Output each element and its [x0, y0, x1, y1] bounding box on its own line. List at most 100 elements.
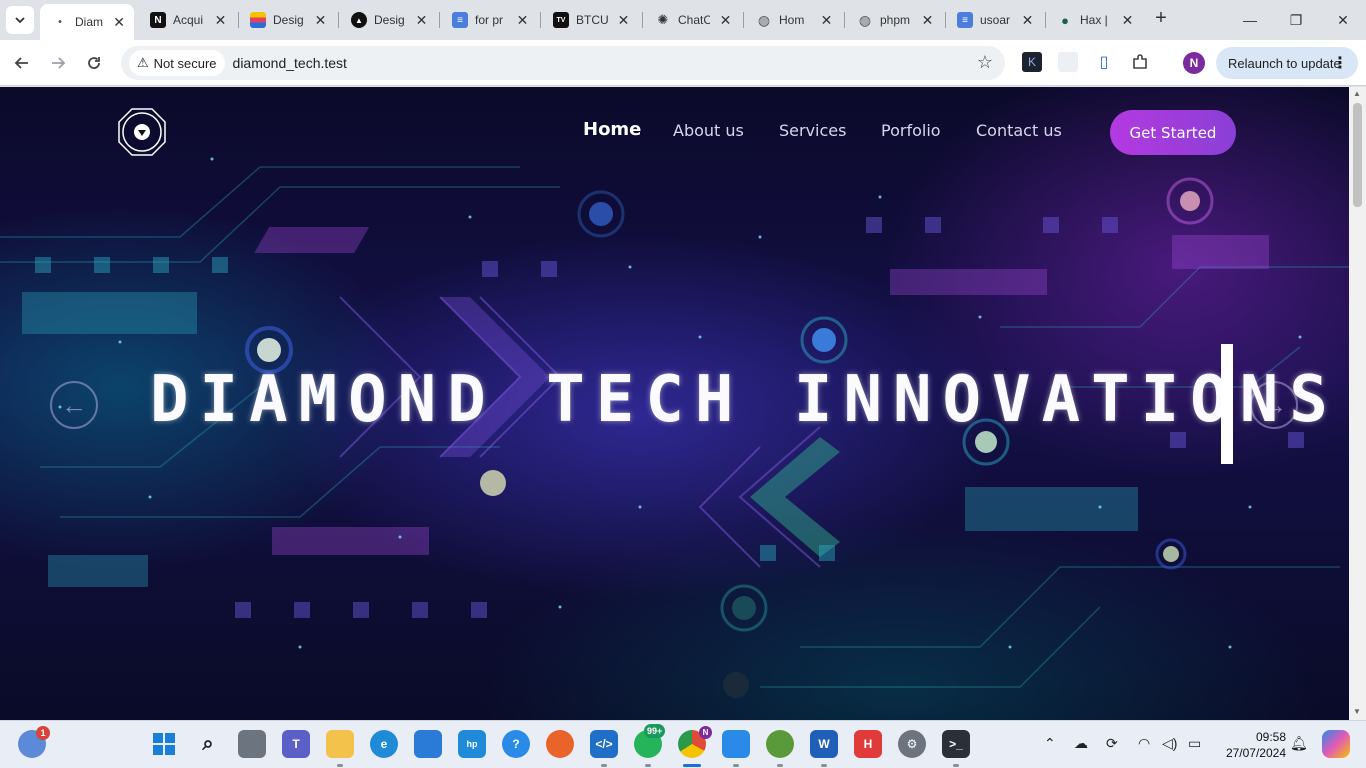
diamond-logo-icon[interactable] — [117, 107, 167, 157]
running-indicator — [953, 764, 959, 767]
relaunch-button[interactable]: Relaunch to update ⋮ — [1216, 47, 1358, 79]
tab-design-2[interactable]: ▲ Desig ✕ — [339, 4, 437, 36]
new-tab-button[interactable]: + — [1150, 8, 1172, 30]
close-icon[interactable]: ✕ — [1020, 12, 1035, 29]
close-icon[interactable]: ✕ — [819, 12, 834, 29]
tab-for-pr[interactable]: ≡ for pr ✕ — [440, 4, 538, 36]
battery-icon[interactable]: ▭ — [1188, 735, 1201, 752]
extension-k-icon[interactable]: K — [1022, 52, 1042, 72]
minimize-button[interactable]: — — [1238, 8, 1262, 32]
close-window-button[interactable]: ✕ — [1331, 8, 1355, 32]
chevron-down-icon — [15, 17, 25, 24]
terminal-icon[interactable]: >_ — [942, 730, 970, 758]
google-docs-icon: ≡ — [957, 12, 973, 28]
tab-usoar[interactable]: ≡ usoar ✕ — [945, 4, 1043, 36]
url-text[interactable]: diamond_tech.test — [233, 55, 347, 71]
sync-icon[interactable]: ⟳ — [1106, 735, 1118, 752]
reload-icon — [88, 57, 100, 69]
tab-diamond-tech[interactable]: • Diam ✕ — [40, 4, 134, 40]
nav-services[interactable]: Services — [779, 121, 846, 140]
wifi-icon[interactable]: ◠ — [1138, 735, 1150, 752]
extension-clipboard-icon[interactable]: ▯ — [1094, 52, 1114, 72]
more-vert-icon[interactable]: ⋮ — [1332, 53, 1348, 73]
tab-chatgpt[interactable]: ✺ ChatC ✕ — [643, 4, 741, 36]
chevron-up-icon[interactable]: ⌃ — [1044, 735, 1056, 752]
nav-portfolio[interactable]: Porfolio — [881, 121, 941, 140]
chrome-icon[interactable]: N — [678, 726, 712, 758]
browser-toolbar: ⚠ Not secure diamond_tech.test ☆ K ▯ N R… — [0, 40, 1366, 86]
running-indicator — [645, 764, 651, 767]
relaunch-label: Relaunch to update — [1228, 55, 1341, 71]
hp-app-icon[interactable]: hp — [458, 730, 486, 758]
settings-gear-icon[interactable]: ⚙ — [898, 730, 926, 758]
tab-hax[interactable]: ● Hax | ✕ — [1045, 4, 1143, 36]
system-clock[interactable]: 09:58 27/07/2024 — [1224, 729, 1286, 761]
address-bar[interactable]: ⚠ Not secure diamond_tech.test ☆ — [121, 46, 1005, 80]
triangle-logo-icon: ▲ — [351, 12, 367, 28]
restore-button[interactable]: ❐ — [1284, 8, 1308, 32]
tab-acquisition[interactable]: N Acqui ✕ — [138, 4, 236, 36]
tab-phpmyadmin[interactable]: ◍ phpm ✕ — [845, 4, 943, 36]
get-started-button[interactable]: Get Started — [1110, 110, 1236, 155]
extensions-puzzle-icon[interactable] — [1130, 52, 1150, 72]
close-icon[interactable]: ✕ — [112, 14, 126, 31]
tab-search-button[interactable] — [6, 6, 34, 34]
bookmark-star-icon[interactable]: ☆ — [977, 52, 993, 73]
notification-badge: 99+ — [644, 724, 666, 738]
tab-btcusd[interactable]: TV BTCU ✕ — [541, 4, 639, 36]
metatrader-icon[interactable] — [766, 730, 794, 758]
photos-app-icon[interactable] — [722, 730, 750, 758]
close-icon[interactable]: ✕ — [718, 12, 733, 29]
vscode-icon[interactable]: </> — [590, 730, 618, 758]
close-icon[interactable]: ✕ — [1120, 12, 1135, 29]
weather-widget-icon[interactable]: 1 — [18, 726, 50, 758]
scroll-up-arrow-icon[interactable]: ▲ — [1353, 89, 1361, 98]
forward-button[interactable] — [45, 50, 71, 76]
google-docs-icon: ≡ — [452, 12, 468, 28]
profile-avatar[interactable]: N — [1183, 52, 1205, 74]
tab-strip: • Diam ✕ N Acqui ✕ Desig ✕ ▲ Desig ✕ ≡ f… — [0, 0, 1366, 40]
copilot-icon[interactable] — [1322, 730, 1350, 758]
whatsapp-icon[interactable]: 99+ — [634, 724, 666, 758]
notification-bell-icon[interactable]: 🔔︎ — [1290, 735, 1308, 752]
reload-button[interactable] — [81, 50, 107, 76]
microsoft-store-icon[interactable] — [414, 730, 442, 758]
firefox-icon[interactable] — [546, 730, 574, 758]
volume-icon[interactable]: ◁) — [1162, 735, 1177, 752]
windows-start-icon[interactable] — [150, 730, 178, 758]
warning-icon: ⚠ — [137, 55, 149, 70]
scroll-down-arrow-icon[interactable]: ▼ — [1353, 707, 1361, 716]
extension-grid-icon[interactable] — [1058, 52, 1078, 72]
clock-date: 27/07/2024 — [1225, 746, 1286, 760]
close-icon[interactable]: ✕ — [414, 12, 429, 29]
hero-title: DIAMOND TECH INNOVATIONS — [150, 363, 1339, 437]
close-icon[interactable]: ✕ — [515, 12, 530, 29]
page-scrollbar[interactable]: ▲ ▼ — [1349, 87, 1366, 720]
word-icon[interactable]: W — [810, 730, 838, 758]
nav-home[interactable]: Home — [583, 119, 641, 140]
scrollbar-thumb[interactable] — [1353, 103, 1362, 207]
file-explorer-icon[interactable] — [326, 730, 354, 758]
security-indicator[interactable]: ⚠ Not secure — [129, 50, 225, 76]
close-icon[interactable]: ✕ — [616, 12, 631, 29]
tab-home[interactable]: ◍ Hom ✕ — [744, 4, 842, 36]
close-icon[interactable]: ✕ — [313, 12, 328, 29]
adobe-app-icon[interactable]: H — [854, 730, 882, 758]
carousel-prev-button[interactable]: ← — [50, 381, 98, 429]
globe-icon: ◍ — [757, 11, 771, 28]
teams-icon[interactable]: T — [282, 730, 310, 758]
close-icon[interactable]: ✕ — [213, 12, 228, 29]
help-icon[interactable]: ? — [502, 730, 530, 758]
running-indicator — [337, 764, 343, 767]
task-view-icon[interactable] — [238, 730, 266, 758]
back-button[interactable] — [9, 50, 35, 76]
nav-contact-us[interactable]: Contact us — [976, 121, 1062, 140]
cloud-icon[interactable]: ☁ — [1074, 735, 1088, 752]
nav-about-us[interactable]: About us — [673, 121, 744, 140]
active-app-indicator — [683, 764, 701, 767]
search-icon[interactable]: ⌕ — [194, 730, 222, 758]
close-icon[interactable]: ✕ — [920, 12, 935, 29]
edge-icon[interactable]: e — [370, 730, 398, 758]
hero-section: Home About us Services Porfolio Contact … — [0, 87, 1349, 720]
tab-design-1[interactable]: Desig ✕ — [238, 4, 336, 36]
